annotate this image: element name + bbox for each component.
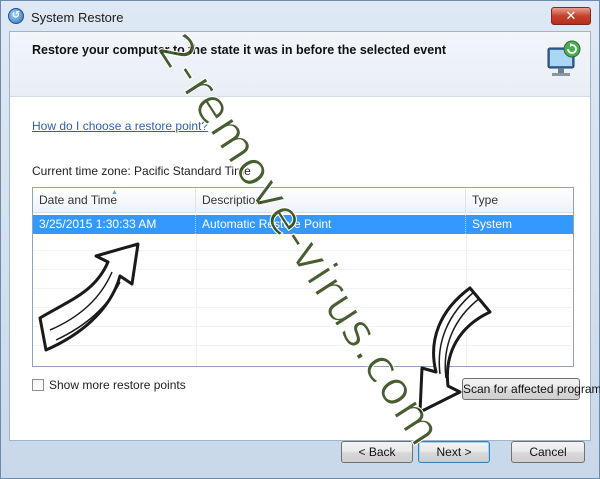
help-link[interactable]: How do I choose a restore point? — [32, 119, 208, 133]
grid-divider — [33, 345, 573, 346]
column-header-description[interactable]: Description — [196, 188, 466, 212]
system-restore-window: ↺ System Restore ✕ Restore your computer… — [0, 0, 600, 479]
grid-divider — [33, 326, 573, 327]
timezone-label: Current time zone: Pacific Standard Time — [32, 164, 251, 178]
show-more-checkbox[interactable] — [32, 379, 44, 391]
title-bar: ↺ System Restore ✕ — [1, 1, 599, 31]
header-band: Restore your computer to the state it wa… — [10, 32, 590, 97]
scan-affected-programs-button[interactable]: Scan for affected programs — [462, 378, 600, 400]
close-icon: ✕ — [565, 8, 577, 23]
row-description: Automatic Restore Point — [196, 215, 466, 234]
column-header-type[interactable]: Type — [466, 188, 573, 212]
grid-divider — [196, 212, 197, 366]
table-row[interactable]: 3/25/2015 1:30:33 AM Automatic Restore P… — [33, 215, 573, 234]
next-button[interactable]: Next > — [418, 441, 490, 463]
restore-points-table[interactable]: Date and Time ▲ Description Type 3/25/20… — [32, 187, 574, 367]
grid-divider — [466, 212, 467, 366]
table-header: Date and Time ▲ Description Type — [33, 188, 573, 213]
page-heading: Restore your computer to the state it wa… — [32, 43, 446, 57]
show-more-label: Show more restore points — [49, 378, 186, 392]
row-date: 3/25/2015 1:30:33 AM — [33, 215, 196, 234]
grid-divider — [33, 269, 573, 270]
sort-indicator-icon: ▲ — [111, 189, 118, 196]
window-title: System Restore — [31, 10, 124, 25]
cancel-button[interactable]: Cancel — [511, 441, 585, 463]
restore-monitor-icon — [547, 40, 581, 76]
system-restore-icon: ↺ — [8, 8, 24, 24]
grid-divider — [33, 250, 573, 251]
content-panel: Restore your computer to the state it wa… — [9, 31, 600, 441]
back-button[interactable]: < Back — [341, 441, 413, 463]
grid-divider — [33, 288, 573, 289]
grid-divider — [33, 307, 573, 308]
close-button[interactable]: ✕ — [551, 7, 591, 25]
row-type: System — [472, 217, 513, 231]
